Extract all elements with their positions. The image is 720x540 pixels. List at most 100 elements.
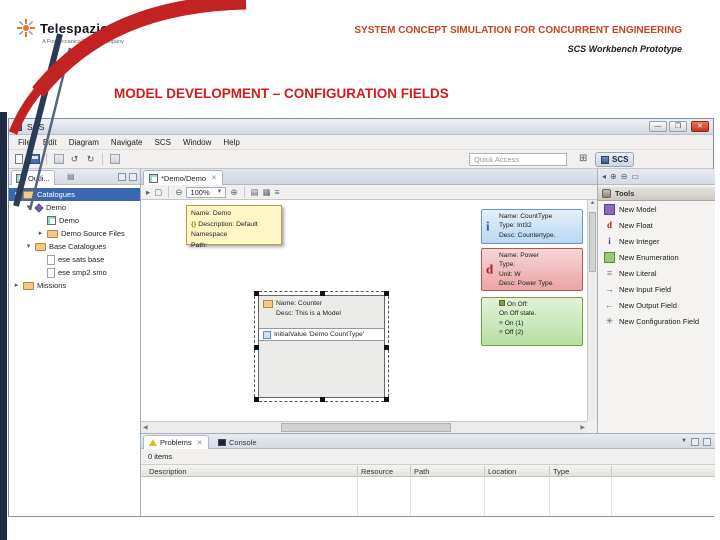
power-type-node[interactable]: d Name: Power Type: Unit: W Desc: Power …	[481, 248, 583, 291]
zoom-out-icon[interactable]: ⊖	[621, 172, 628, 181]
new-file-button[interactable]	[12, 153, 25, 166]
tree-item-demo-diagram[interactable]: Demo	[9, 214, 140, 227]
zoom-out-icon[interactable]: ⊖	[175, 187, 182, 198]
count-type-node[interactable]: i Name: CountType Type: Int32 Desc: Coun…	[481, 209, 583, 244]
maximize-view-icon[interactable]	[129, 173, 137, 181]
zoom-in-icon[interactable]: ⊕	[230, 187, 237, 198]
tree-item-missions[interactable]: ▸ Missions	[9, 279, 140, 292]
collapse-arrow-icon[interactable]: ▾	[25, 201, 32, 214]
window-titlebar[interactable]: SCS — ❐ ✕	[9, 119, 713, 135]
problems-table-body[interactable]	[141, 477, 715, 516]
marquee-tool-icon[interactable]: ▢	[154, 187, 162, 198]
menu-scs[interactable]: SCS	[149, 138, 177, 147]
tools-drawer[interactable]: Tools	[598, 186, 715, 201]
selection-handle[interactable]	[384, 345, 389, 350]
redo-button[interactable]: ↻	[84, 153, 97, 166]
minimize-view-icon[interactable]	[691, 438, 699, 446]
selection-handle[interactable]	[384, 397, 389, 402]
collapse-palette-icon[interactable]: ◂	[602, 172, 606, 181]
maximize-button[interactable]: ❐	[669, 121, 687, 132]
expand-arrow-icon[interactable]: ▸	[13, 279, 20, 292]
align-icon[interactable]: ▤	[251, 187, 259, 198]
namespace-tooltip: Name: Demo {} Description: Default Namesp…	[186, 205, 282, 249]
tab-problems[interactable]: Problems ✕	[143, 435, 209, 449]
note-tool-icon[interactable]: ▭	[631, 172, 639, 181]
menu-help[interactable]: Help	[217, 138, 245, 147]
selection-handle[interactable]	[254, 397, 259, 402]
menu-diagram[interactable]: Diagram	[63, 138, 105, 147]
collapse-arrow-icon[interactable]: ▾	[25, 240, 32, 253]
slide: Telespazio A Finmeccanica/Thales Company…	[0, 0, 720, 540]
horizontal-scrollbar[interactable]: ◀ ▶	[141, 421, 587, 433]
problems-view: Problems ✕ Console ▼ 0 items Description…	[141, 433, 715, 516]
toolbar-separator	[102, 153, 103, 165]
close-button[interactable]: ✕	[691, 121, 709, 132]
menu-navigate[interactable]: Navigate	[105, 138, 149, 147]
undo-button[interactable]: ↺	[68, 153, 81, 166]
zoom-level-select[interactable]: 100% ▼	[186, 186, 227, 198]
tab-explorer[interactable]: Outli...	[11, 170, 55, 185]
run-button[interactable]	[108, 153, 121, 166]
onoff-enumeration-node[interactable]: On Off: On Off state. ≡ On (1) ≡ Off (2)	[481, 297, 583, 346]
palette-item-new-integer[interactable]: i New Integer	[598, 233, 715, 249]
float-type-icon: d	[486, 260, 494, 276]
tree-item-base-catalogues[interactable]: ▾ Base Catalogues	[9, 240, 140, 253]
column-path[interactable]: Path	[414, 467, 429, 476]
tree-item-catalogues[interactable]: ▾ Catalogues	[9, 188, 140, 201]
menu-file[interactable]: File	[12, 138, 37, 147]
scroll-left-icon[interactable]: ◀	[143, 424, 148, 431]
quick-access-input[interactable]	[469, 153, 567, 166]
layout-icon[interactable]: ≡	[275, 187, 280, 197]
column-description[interactable]: Description	[149, 467, 187, 476]
app-icon	[13, 122, 22, 131]
palette-item-new-input-field[interactable]: → New Input Field	[598, 281, 715, 297]
palette-item-new-float[interactable]: d New Float	[598, 217, 715, 233]
minimize-view-icon[interactable]	[118, 173, 126, 181]
vertical-scrollbar[interactable]: ▲	[587, 200, 597, 421]
palette-item-new-output-field[interactable]: → New Output Field	[598, 297, 715, 313]
expand-arrow-icon[interactable]: ▸	[37, 227, 44, 240]
palette-item-new-configuration-field[interactable]: ✳ New Configuration Field	[598, 313, 715, 329]
maximize-view-icon[interactable]	[703, 438, 711, 446]
close-tab-icon[interactable]: ✕	[211, 174, 217, 182]
scrollbar-thumb[interactable]	[281, 423, 451, 432]
select-tool-icon[interactable]: ▸	[146, 187, 150, 198]
column-resource[interactable]: Resource	[361, 467, 393, 476]
collapse-arrow-icon[interactable]: ▾	[13, 188, 20, 201]
palette-item-new-model[interactable]: New Model	[598, 201, 715, 217]
selection-handle[interactable]	[320, 291, 325, 296]
tab-console[interactable]: Console	[213, 435, 262, 449]
grid-icon[interactable]: ▦	[263, 187, 271, 198]
view-menu-icon[interactable]: ▼	[681, 438, 687, 446]
column-location[interactable]: Location	[488, 467, 516, 476]
minimize-button[interactable]: —	[649, 121, 667, 132]
print-button[interactable]	[52, 153, 65, 166]
toolbar-separator	[46, 153, 47, 165]
tree-item-ese-sats-base[interactable]: ese sats base	[9, 253, 140, 266]
tree-item-demo-source-files[interactable]: ▸ Demo Source Files	[9, 227, 140, 240]
save-button[interactable]	[28, 153, 41, 166]
counter-model-node[interactable]: Name: Counter Desc: This is a Model Init…	[254, 291, 389, 402]
selection-handle[interactable]	[254, 345, 259, 350]
close-tab-icon[interactable]: ✕	[197, 439, 203, 447]
selection-handle[interactable]	[254, 291, 259, 296]
tree-item-ese-smp2-smo[interactable]: ese smp2 smo	[9, 266, 140, 279]
tree-item-demo-model[interactable]: ▾ Demo	[9, 201, 140, 214]
explorer-secondary-tab[interactable]: ▤	[67, 172, 75, 181]
perspective-button[interactable]: SCS	[595, 152, 635, 167]
palette-item-new-enumeration[interactable]: New Enumeration	[598, 249, 715, 265]
tab-demo-diagram[interactable]: *Demo/Demo ✕	[143, 170, 223, 185]
selection-handle[interactable]	[320, 397, 325, 402]
configuration-field-row[interactable]: InitialValue 'Demo CountType'	[259, 328, 384, 342]
open-perspective-icon[interactable]: ⊞	[579, 153, 587, 164]
menu-edit[interactable]: Edit	[37, 138, 63, 147]
zoom-in-icon[interactable]: ⊕	[610, 172, 617, 181]
scrollbar-thumb[interactable]	[589, 212, 596, 272]
menu-window[interactable]: Window	[177, 138, 217, 147]
scroll-right-icon[interactable]: ▶	[580, 424, 585, 431]
palette-item-new-literal[interactable]: ≡ New Literal	[598, 265, 715, 281]
application-window: SCS — ❐ ✕ File Edit Diagram Navigate SCS…	[8, 118, 715, 517]
diagram-canvas[interactable]: Name: Demo {} Description: Default Namesp…	[141, 200, 587, 421]
column-type[interactable]: Type	[553, 467, 569, 476]
selection-handle[interactable]	[384, 291, 389, 296]
